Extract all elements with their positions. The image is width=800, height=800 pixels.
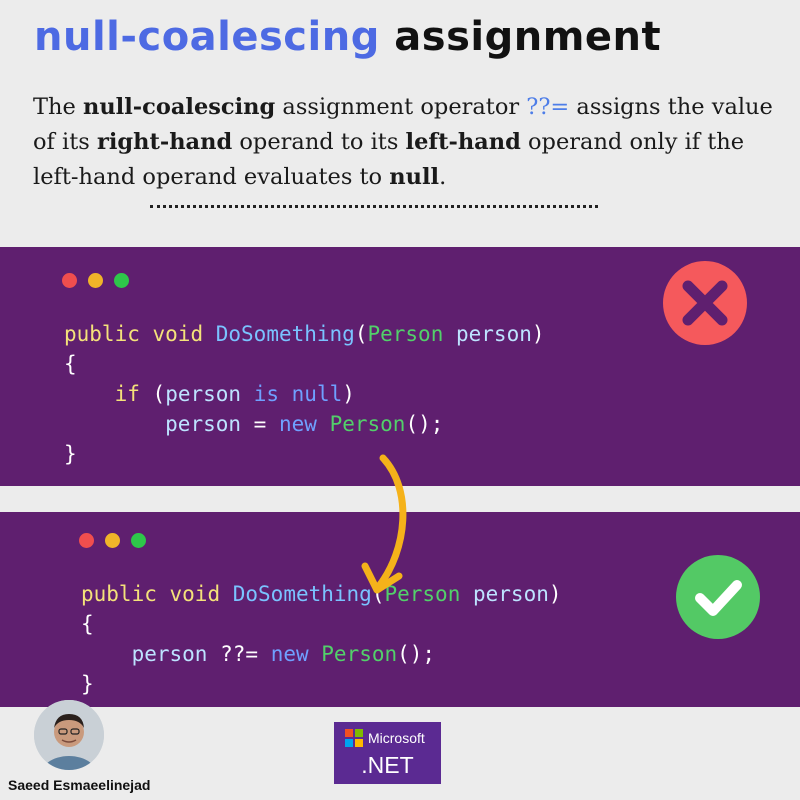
page-title: null-coalescing assignment	[34, 14, 661, 60]
title-rest: assignment	[394, 14, 662, 60]
good-code-block: public void DoSomething(Person person){ …	[81, 579, 562, 699]
microsoft-logo-icon	[345, 729, 363, 747]
code-variable: person	[131, 642, 208, 666]
microsoft-text: Microsoft	[368, 730, 425, 746]
window-controls	[79, 533, 146, 548]
window-controls	[62, 273, 129, 288]
code-keyword: new	[270, 642, 309, 666]
code-param: person	[473, 582, 549, 606]
bad-code-block: public void DoSomething(Person person){ …	[64, 319, 545, 469]
dotnet-logo: Microsoft .NET	[334, 722, 441, 784]
code-type: Person	[329, 412, 406, 436]
code-line: {	[81, 609, 562, 639]
desc-operator: ??=	[526, 94, 570, 120]
code-variable: person	[165, 412, 242, 436]
code-punct: ();	[397, 642, 436, 666]
code-punct: )	[531, 322, 545, 346]
code-punct: {	[81, 612, 94, 636]
code-keyword: if	[114, 382, 140, 406]
desc-text: assignment operator	[275, 94, 527, 120]
green-dot-icon	[114, 273, 129, 288]
code-operator: =	[253, 412, 267, 436]
dotnet-text: .NET	[361, 752, 414, 778]
code-param: person	[456, 322, 532, 346]
code-punct: }	[81, 672, 94, 696]
desc-bold-null: null	[389, 164, 440, 190]
description: The null-coalescing assignment operator …	[33, 90, 773, 195]
dotted-divider	[150, 205, 598, 208]
code-operator: is	[253, 382, 279, 406]
red-dot-icon	[79, 533, 94, 548]
author-name: Saeed Esmaeelinejad	[8, 777, 151, 793]
code-keyword: public	[81, 582, 157, 606]
code-punct: )	[342, 382, 355, 406]
code-type: Person	[367, 322, 444, 346]
code-keyword: void	[169, 582, 221, 606]
code-line: public void DoSomething(Person person)	[64, 319, 545, 349]
code-keyword: new	[278, 412, 317, 436]
code-keyword: void	[152, 322, 204, 346]
yellow-dot-icon	[105, 533, 120, 548]
code-punct: }	[64, 442, 77, 466]
code-line: person ??= new Person();	[81, 639, 562, 669]
desc-bold-right-hand: right-hand	[96, 129, 233, 155]
code-line: person = new Person();	[64, 409, 545, 439]
code-line: public void DoSomething(Person person)	[81, 579, 562, 609]
code-line: {	[64, 349, 545, 379]
code-literal: null	[291, 382, 343, 406]
cross-icon	[663, 261, 747, 345]
code-type: Person	[321, 642, 398, 666]
code-punct: (	[152, 382, 166, 406]
author-avatar	[34, 700, 104, 770]
code-keyword: public	[64, 322, 140, 346]
title-highlight: null-coalescing	[34, 14, 380, 60]
desc-text: The	[33, 94, 83, 120]
code-line: }	[64, 439, 545, 469]
code-operator: ??=	[220, 642, 259, 666]
code-line: }	[81, 669, 562, 699]
desc-bold-left-hand: left-hand	[405, 129, 521, 155]
desc-text: .	[439, 164, 447, 190]
red-dot-icon	[62, 273, 77, 288]
code-method-name: DoSomething	[215, 322, 355, 346]
yellow-dot-icon	[88, 273, 103, 288]
desc-text: operand to its	[232, 129, 406, 155]
code-punct: )	[548, 582, 562, 606]
desc-bold-null-coalescing: null-coalescing	[82, 94, 276, 120]
code-variable: person	[165, 382, 242, 406]
check-icon	[676, 555, 760, 639]
code-punct: {	[64, 352, 77, 376]
code-punct: ();	[405, 412, 444, 436]
code-line: if (person is null)	[64, 379, 545, 409]
code-punct: (	[354, 322, 368, 346]
green-dot-icon	[131, 533, 146, 548]
curved-arrow-icon	[361, 454, 407, 594]
code-method-name: DoSomething	[232, 582, 372, 606]
